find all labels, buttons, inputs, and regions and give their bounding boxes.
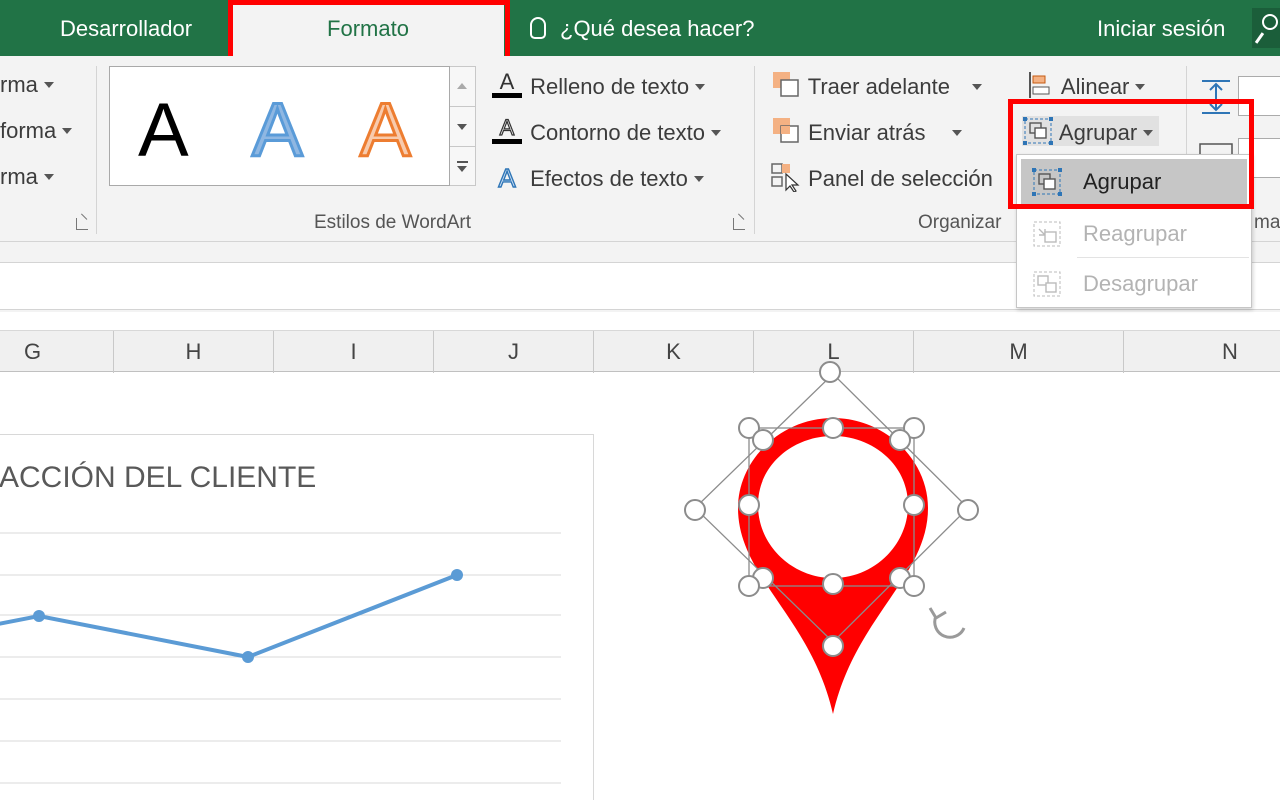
column-header-j[interactable]: J — [434, 331, 594, 373]
svg-text:A: A — [498, 163, 516, 192]
ribbon-separator — [96, 66, 97, 234]
text-fill-label: Relleno de texto — [530, 74, 690, 99]
chevron-down-icon — [693, 176, 704, 182]
text-effects-label: Efectos de texto — [530, 166, 688, 191]
lightbulb-icon — [530, 17, 546, 39]
rotate-handle-icon[interactable] — [928, 607, 966, 639]
tell-me-box[interactable]: ¿Qué desea hacer? — [530, 0, 754, 56]
wordart-style-orange[interactable]: A — [359, 87, 413, 175]
svg-text:A: A — [500, 70, 515, 94]
highlight-group-menu — [1008, 99, 1254, 209]
chevron-down-icon — [1135, 84, 1146, 90]
shape-fill-button[interactable]: rma — [0, 72, 54, 98]
selection-pane-label: Panel de selección — [808, 166, 993, 191]
highlight-format-tab — [228, 0, 510, 63]
text-outline-icon: A — [492, 116, 522, 144]
chart-series-line — [0, 573, 458, 660]
chevron-down-icon — [43, 82, 54, 88]
send-backward-button[interactable]: Enviar atrás — [770, 116, 962, 146]
gallery-scroll-up[interactable] — [450, 67, 475, 107]
text-fill-icon: A — [492, 70, 522, 98]
gallery-more[interactable] — [450, 147, 475, 187]
selection-pane-button[interactable]: Panel de selección — [770, 162, 993, 192]
chart-data-point — [33, 610, 45, 622]
text-fill-button[interactable]: A Relleno de texto — [490, 70, 706, 100]
pin-shape[interactable] — [738, 418, 928, 714]
chevron-down-icon — [695, 84, 706, 90]
align-label: Alinear — [1060, 74, 1130, 99]
tell-me-label: ¿Qué desea hacer? — [560, 16, 755, 41]
shape-effects-label: rma — [0, 164, 38, 189]
size-group-label: ma — [1254, 212, 1280, 233]
chart-data-point — [451, 569, 463, 581]
chart-data-point — [242, 651, 254, 663]
menu-separator — [1077, 257, 1249, 258]
chevron-down-icon — [972, 84, 982, 90]
wordart-group-label: Estilos de WordArt — [314, 212, 471, 233]
text-outline-label: Contorno de texto — [530, 120, 706, 145]
menu-item-ungroup-label: Desagrupar — [1083, 271, 1198, 296]
person-icon — [1262, 14, 1278, 30]
location-pin-shapes[interactable] — [670, 361, 1000, 732]
chart-object[interactable]: ACCIÓN DEL CLIENTE — [0, 434, 594, 800]
column-header-g[interactable]: G — [0, 331, 114, 373]
column-header-i[interactable]: I — [274, 331, 434, 373]
ungroup-icon — [1033, 271, 1061, 297]
menu-item-regroup-label: Reagrupar — [1083, 221, 1187, 246]
shape-fill-label: rma — [0, 72, 38, 97]
bring-forward-label: Traer adelante — [807, 74, 950, 99]
send-backward-label: Enviar atrás — [808, 120, 926, 145]
text-effects-icon: A — [498, 162, 517, 192]
chevron-down-icon — [951, 130, 962, 136]
regroup-icon — [1033, 221, 1061, 247]
column-header-h[interactable]: H — [114, 331, 274, 373]
ribbon-tab-bar: Desarrollador Formato ¿Qué desea hacer? … — [0, 0, 1280, 58]
chevron-up-icon — [457, 83, 467, 89]
more-icon — [457, 161, 468, 172]
bring-forward-icon — [773, 72, 799, 97]
chevron-down-icon — [43, 174, 54, 180]
gallery-scroll — [450, 66, 476, 186]
menu-item-ungroup[interactable]: Desagrupar — [1017, 259, 1251, 309]
align-button[interactable]: Alinear — [1026, 70, 1146, 100]
text-outline-button[interactable]: A Contorno de texto — [490, 116, 722, 146]
column-headers: G H I J K L M N — [0, 330, 1280, 373]
wordart-style-blue[interactable]: A — [251, 87, 305, 175]
wordart-launcher-icon[interactable] — [733, 218, 745, 230]
shape-effects-button[interactable]: rma — [0, 164, 54, 190]
shape-styles-launcher-icon[interactable] — [76, 218, 88, 230]
chevron-down-icon — [62, 128, 73, 134]
arrange-group-label: Organizar — [918, 212, 1002, 233]
share-button[interactable] — [1252, 8, 1280, 48]
selection-pane-icon — [771, 163, 800, 192]
text-effects-button[interactable]: A Efectos de texto — [490, 162, 704, 192]
send-backward-icon — [773, 118, 799, 143]
bring-forward-button[interactable]: Traer adelante — [770, 70, 982, 100]
sign-in-link[interactable]: Iniciar sesión — [1097, 0, 1225, 58]
shape-outline-button[interactable]: forma — [0, 118, 73, 144]
ribbon-separator — [754, 66, 755, 234]
tab-developer[interactable]: Desarrollador — [60, 0, 192, 56]
chevron-down-icon — [457, 124, 467, 130]
wordart-gallery[interactable]: A A A — [109, 66, 450, 186]
column-header-n[interactable]: N — [1124, 331, 1280, 373]
gallery-scroll-down[interactable] — [450, 107, 475, 147]
align-icon — [1029, 72, 1050, 98]
menu-item-regroup[interactable]: Reagrupar — [1017, 209, 1251, 259]
chevron-down-icon — [711, 130, 722, 136]
shape-outline-label: forma — [0, 118, 57, 143]
line-chart — [0, 532, 561, 784]
svg-text:A: A — [500, 116, 515, 140]
wordart-style-black[interactable]: A — [138, 87, 189, 174]
